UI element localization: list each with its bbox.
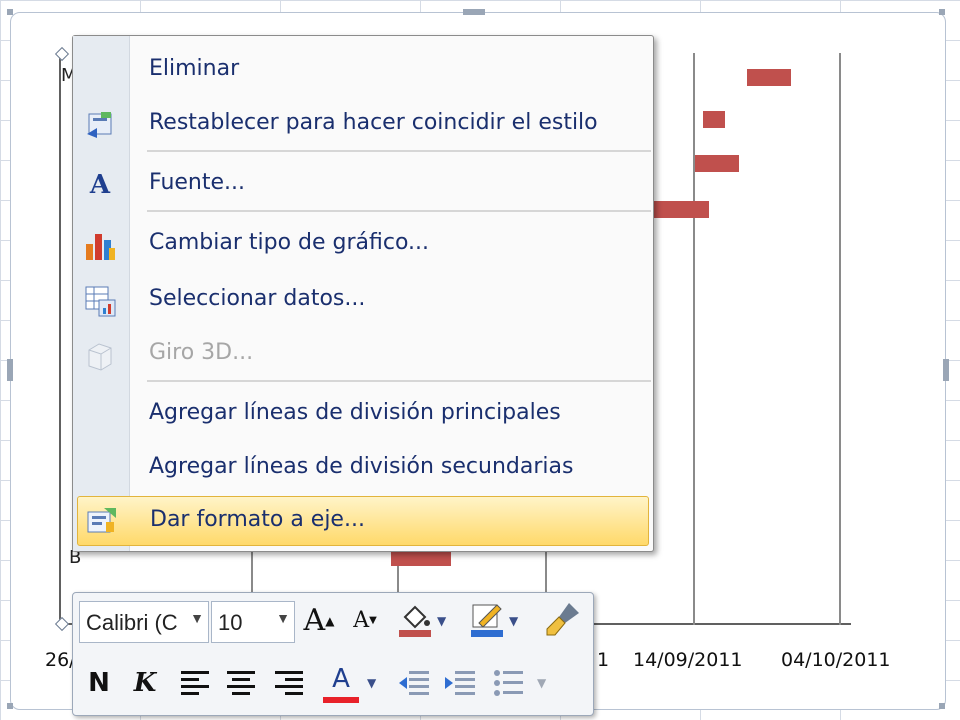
chart-type-icon	[83, 228, 117, 262]
menu-item-label: Giro 3D...	[149, 340, 254, 365]
increase-indent-icon	[445, 671, 475, 695]
menu-item-label: Agregar líneas de división principales	[149, 400, 561, 425]
caret-up-icon: ▲	[325, 614, 335, 628]
gantt-bar[interactable]	[703, 111, 725, 128]
align-center-icon	[227, 671, 255, 695]
font-size-value: 10	[218, 610, 243, 635]
menu-separator	[147, 210, 651, 212]
format-axis-icon	[84, 504, 118, 538]
caret-down-icon: ▼	[369, 615, 377, 626]
axis-selection-handle[interactable]	[54, 616, 70, 632]
menu-item-label: Seleccionar datos...	[149, 286, 366, 311]
vertical-axis-line[interactable]	[59, 53, 61, 625]
line-color-button[interactable]	[467, 599, 507, 639]
menu-item-cambiar-tipo-grafico[interactable]: Cambiar tipo de gráfico...	[73, 222, 653, 266]
x-tick-label: 26/	[45, 649, 76, 671]
chart-resize-handle-right[interactable]	[943, 359, 949, 381]
menu-item-label: Eliminar	[149, 56, 240, 81]
decrease-indent-button[interactable]	[395, 663, 435, 703]
reset-style-icon	[83, 108, 117, 142]
font-color-icon: A	[332, 664, 350, 694]
font-name-value: Calibri (C	[86, 610, 178, 635]
italic-icon: K	[133, 668, 157, 698]
font-name-combobox[interactable]: Calibri (C ▼	[79, 601, 209, 643]
x-tick-label: 14/09/2011	[633, 649, 743, 671]
menu-item-giro-3d[interactable]: Giro 3D...	[73, 332, 653, 376]
grow-font-button[interactable]: A▲	[299, 601, 339, 641]
menu-item-dar-formato-eje[interactable]: Dar formato a eje...	[77, 496, 649, 546]
bold-icon: N	[88, 668, 110, 698]
menu-separator	[147, 150, 651, 152]
font-color-swatch	[323, 697, 359, 703]
grow-font-icon: A	[303, 603, 326, 638]
paint-bucket-icon	[399, 605, 431, 637]
align-left-button[interactable]	[175, 663, 215, 703]
menu-item-restablecer-estilo[interactable]: Restablecer para hacer coincidir el esti…	[73, 102, 653, 146]
chevron-down-icon[interactable]: ▼	[276, 610, 290, 626]
align-right-icon	[275, 671, 303, 695]
align-right-button[interactable]	[269, 663, 309, 703]
brush-icon	[546, 603, 579, 636]
align-center-button[interactable]	[221, 663, 261, 703]
mini-toolbar[interactable]: Calibri (C ▼ 10 ▼ A▲ A▼ ▼ ▼ N K A ▼ ▼	[72, 592, 594, 716]
font-size-combobox[interactable]: 10 ▼	[211, 601, 295, 643]
gridline	[839, 53, 841, 625]
bold-button[interactable]: N	[79, 663, 119, 703]
align-left-icon	[181, 671, 209, 695]
menu-item-agregar-lineas-secundarias[interactable]: Agregar líneas de división secundarias	[73, 446, 653, 490]
chart-resize-handle-left[interactable]	[7, 359, 13, 381]
chevron-down-icon[interactable]: ▼	[190, 610, 204, 626]
gantt-bar[interactable]	[695, 155, 739, 172]
bullets-button[interactable]	[489, 663, 529, 703]
decrease-indent-icon	[399, 671, 429, 695]
gantt-bar[interactable]	[747, 69, 791, 86]
chart-resize-handle-top[interactable]	[463, 9, 485, 15]
chart-resize-handle-tl[interactable]	[7, 9, 13, 15]
menu-item-label: Cambiar tipo de gráfico...	[149, 230, 430, 255]
context-menu[interactable]: Eliminar Restablecer para hacer coincidi…	[72, 35, 654, 552]
shrink-font-icon: A	[353, 608, 370, 633]
menu-item-eliminar[interactable]: Eliminar	[73, 48, 653, 92]
menu-item-agregar-lineas-principales[interactable]: Agregar líneas de división principales	[73, 392, 653, 436]
font-color-button[interactable]: A	[321, 659, 361, 703]
increase-indent-button[interactable]	[441, 663, 481, 703]
3d-rotation-icon	[83, 338, 117, 372]
fill-color-button[interactable]	[395, 599, 435, 639]
select-data-icon	[83, 284, 117, 318]
menu-item-label: Fuente...	[149, 170, 246, 195]
axis-selection-handle[interactable]	[54, 46, 70, 62]
chart-resize-handle-br[interactable]	[939, 703, 945, 709]
gridline	[693, 53, 695, 625]
chart-resize-handle-bl[interactable]	[7, 703, 13, 709]
x-tick-label: 1	[597, 649, 610, 671]
menu-separator	[147, 380, 651, 382]
chart-resize-handle-tr[interactable]	[939, 9, 945, 15]
bullet-list-icon	[494, 670, 523, 696]
fill-color-dropdown[interactable]: ▼	[437, 601, 451, 641]
menu-item-label: Dar formato a eje...	[150, 507, 365, 532]
x-tick-label: 04/10/2011	[781, 649, 891, 671]
shrink-font-button[interactable]: A▼	[345, 601, 385, 641]
font-color-dropdown[interactable]: ▼	[367, 663, 381, 703]
menu-item-seleccionar-datos[interactable]: Seleccionar datos...	[73, 278, 653, 322]
format-painter-button[interactable]	[543, 599, 583, 639]
pen-icon	[471, 604, 503, 637]
font-icon: A	[89, 170, 111, 200]
italic-button[interactable]: K	[125, 663, 165, 703]
menu-item-label: Agregar líneas de división secundarias	[149, 454, 574, 479]
menu-item-label: Restablecer para hacer coincidir el esti…	[149, 110, 598, 135]
bullets-dropdown[interactable]: ▼	[537, 663, 551, 703]
gantt-bar[interactable]	[651, 201, 709, 218]
line-color-dropdown[interactable]: ▼	[509, 601, 523, 641]
menu-item-fuente[interactable]: A Fuente...	[73, 162, 653, 206]
